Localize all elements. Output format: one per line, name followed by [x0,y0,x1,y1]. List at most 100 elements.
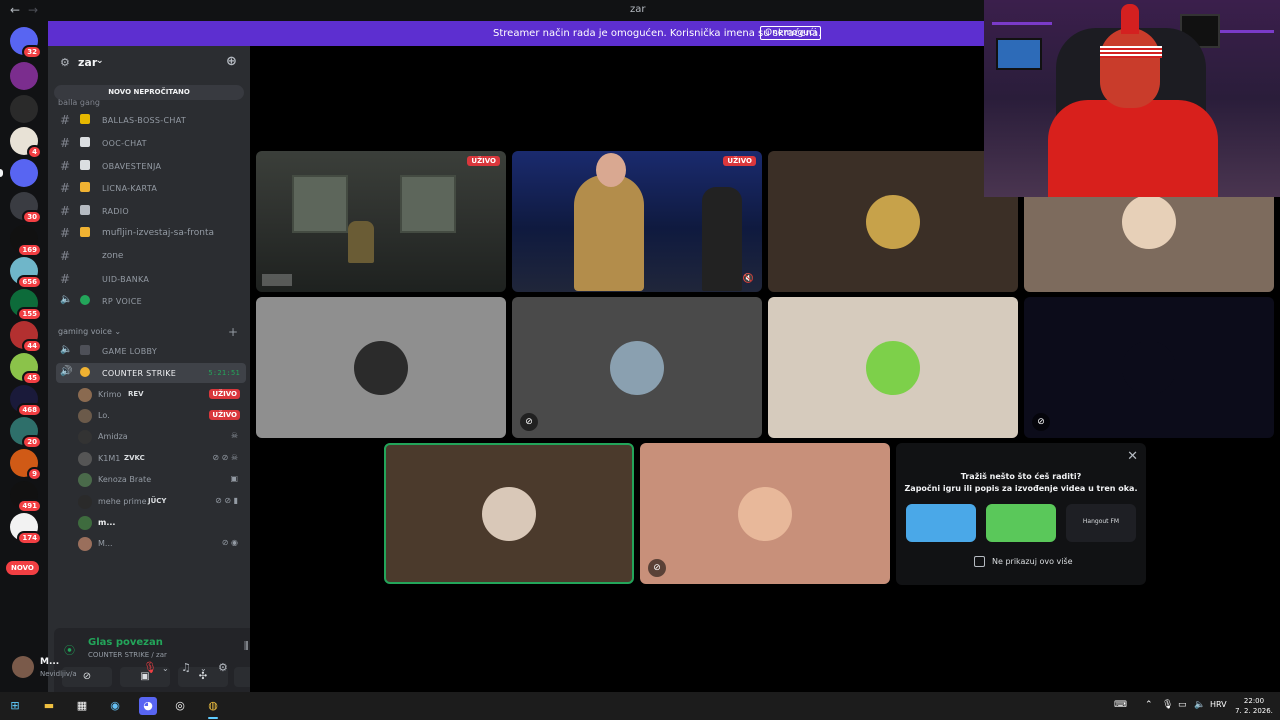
voice-channel-path[interactable]: COUNTER STRIKE / zar [88,651,167,659]
keyboard-icon[interactable]: ⌨ [1114,700,1127,710]
participant-tile[interactable] [768,297,1018,438]
server-icon[interactable]: 155 [10,289,42,321]
store-icon[interactable]: ▦ [73,697,91,715]
server-icon[interactable]: 9 [10,449,42,481]
voice-member[interactable]: mehe prime JÜCY ⊘ ⊘ ▮ [76,492,244,512]
channel-zone[interactable]: # zone [56,246,246,266]
server-icon[interactable] [10,159,38,187]
referee-figure [702,187,742,291]
user-avatar[interactable] [12,656,34,678]
voice-member[interactable]: Lo. UŽIVO [76,406,244,426]
disable-streamer-mode-button[interactable]: Onemogući [760,26,822,40]
server-icon[interactable]: 174 [10,513,42,545]
participant-tile[interactable] [256,297,506,438]
activity-tile-hangout-fm[interactable]: Hangout FM [1066,504,1136,542]
participant-tile[interactable]: ⊘ [512,297,762,438]
stream-tile-ring[interactable]: UŽIVO 🔇 [512,151,762,292]
member-name: Lo. [98,411,110,420]
channel-counter-strike[interactable]: 🔊 COUNTER STRIKE 5:21:51 [56,363,246,383]
game-stream-video [256,151,506,292]
participant-tile-speaking[interactable] [384,443,634,584]
discord-home-icon[interactable]: 32 [10,27,42,59]
network-icon[interactable]: ▭ [1178,700,1187,710]
dont-show-checkbox[interactable] [974,556,985,567]
channel-radio[interactable]: # RADIO [56,201,246,221]
channel-rp-voice[interactable]: 🔈 RP VOICE [56,291,246,311]
chevron-down-icon[interactable]: ⌄ [200,664,207,673]
server-icon[interactable]: 20 [10,417,42,449]
microphone-icon[interactable]: 🎙 [1162,700,1173,710]
add-member-icon[interactable]: ⊕ [226,54,237,69]
server-icon[interactable] [10,95,38,123]
add-channel-icon[interactable]: + [228,325,238,339]
volume-icon[interactable]: 🔈 [1194,700,1205,710]
hash-icon: # [60,159,71,173]
chevron-down-icon[interactable]: ⌄ [162,664,169,673]
new-badge[interactable]: NOVO [6,561,39,575]
server-gear-icon: ⚙ [60,56,70,69]
server-icon[interactable]: 491 [10,481,42,513]
server-icon[interactable]: 45 [10,353,42,385]
mic-muted-icon[interactable]: 🎙 [143,661,157,674]
voice-member[interactable]: Krimo REV UŽIVO [76,385,244,405]
dont-show-label: Ne prikazuj ovo više [992,557,1073,566]
server-icon[interactable]: 44 [10,321,42,353]
announcer-head [596,153,626,187]
server-icon[interactable]: 30 [10,192,42,224]
server-icon[interactable]: 4 [10,127,42,159]
steam-icon[interactable]: ◉ [106,697,124,715]
volume-muted-icon[interactable]: 🔇 [743,274,754,284]
avatar [866,340,920,395]
voice-category[interactable]: gaming voice ⌄ + [58,325,238,339]
voice-member[interactable]: K1M1 ZVKC ⊘ ⊘ ☠ [76,449,244,469]
activity-tile[interactable] [986,504,1056,542]
server-icon[interactable] [10,62,38,90]
noise-suppression-icon[interactable]: ⫼ [244,641,249,652]
stream-tile-game[interactable]: UŽIVO [256,151,506,292]
chrome-icon[interactable]: ◍ [204,697,222,719]
server-icon[interactable]: 169 [10,225,42,257]
windows-start-icon[interactable]: ⊞ [6,697,24,715]
category-label: gaming voice [58,327,112,336]
chevron-up-icon[interactable]: ⌃ [1145,700,1153,710]
server-icon[interactable]: 656 [10,257,42,289]
channel-ooc-chat[interactable]: # OOC-CHAT [56,133,246,153]
signal-icon[interactable]: ⦿ [64,642,75,658]
participant-tile[interactable]: ⊘ [1024,297,1274,438]
back-arrow-icon[interactable]: ← [10,3,20,17]
activity-tile[interactable] [906,504,976,542]
channel-mufljin-izvestaj[interactable]: # mufljin-izvestaj-sa-fronta [56,223,246,243]
participant-tile[interactable] [768,151,1018,292]
close-icon[interactable]: ✕ [1127,449,1138,464]
username[interactable]: M... [40,657,59,667]
server-rail: 32 4 30 169 656 155 44 45 468 20 9 491 1… [0,21,48,692]
channel-game-lobby[interactable]: 🔈 GAME LOBBY [56,341,246,361]
hash-icon: # [60,204,71,218]
clock[interactable]: 22:00 7. 2. 2026. [1232,696,1276,716]
file-explorer-icon[interactable]: ▬ [40,697,58,715]
voice-member[interactable]: M... ⊘ ◉ [76,534,244,554]
settings-gear-icon[interactable]: ⚙ [218,661,228,674]
discord-icon[interactable]: ◕ [139,697,157,715]
unread-indicator [0,169,3,177]
voice-member[interactable]: m... [76,513,244,533]
voice-member[interactable]: Kenoza Brate ▣ [76,470,244,490]
channel-licna-karta[interactable]: # LICNA-KARTA [56,178,246,198]
channel-obavestenja[interactable]: # OBAVESTENJA [56,156,246,176]
channel-ballas-boss-chat[interactable]: # BALLAS-BOSS-CHAT [56,110,246,130]
participant-tile[interactable]: ⊘ [640,443,890,584]
forward-arrow-icon[interactable]: → [28,3,38,17]
speaker-icon: 🔊 [60,366,73,377]
windows-taskbar: ⊞ ▬ ▦ ◉ ◕ ◎ ◍ ⌨ ⌃ 🎙 ▭ 🔈 HRV 22:00 7. 2. … [0,692,1280,720]
voice-member[interactable]: Amidza ☠ [76,427,244,447]
headphones-icon[interactable]: ♫ [181,661,191,674]
screen: ← → zar 32 4 30 169 656 155 44 45 468 20… [0,0,1280,720]
language-indicator[interactable]: HRV [1210,700,1227,709]
github-icon[interactable]: ◎ [171,697,189,715]
streamer-face [1100,28,1160,108]
deafened-icon: ⊘ [1032,413,1050,431]
server-icon[interactable]: 468 [10,385,42,417]
guild-header[interactable]: ⚙ zar ⌄ ⊕ [48,46,250,79]
streamer-mode-banner: Streamer način rada je omogućen. Korisni… [48,21,984,46]
channel-uid-banka[interactable]: # UID-BANKA [56,269,246,289]
